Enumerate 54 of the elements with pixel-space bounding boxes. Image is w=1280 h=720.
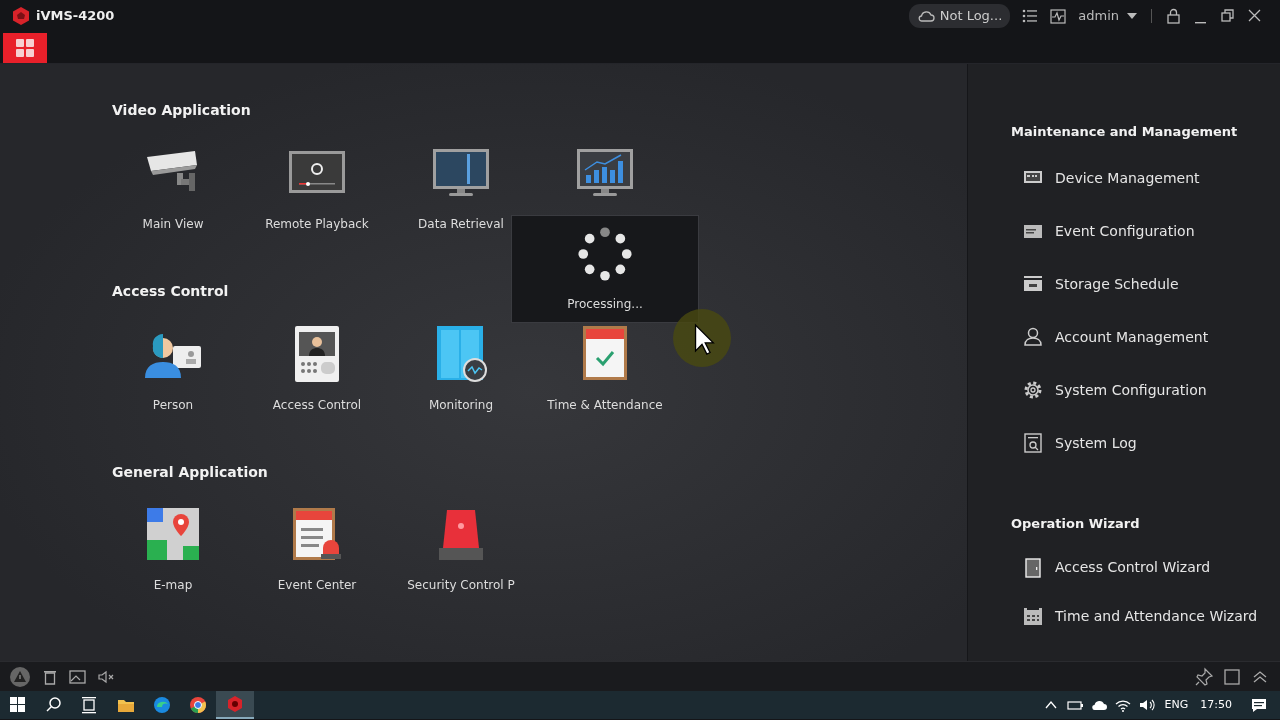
pin-icon[interactable] bbox=[1194, 666, 1214, 687]
app-tile[interactable]: Event Center bbox=[245, 504, 389, 595]
close-icon bbox=[1247, 8, 1262, 24]
cloud-icon bbox=[916, 9, 935, 23]
language-indicator[interactable]: ENG bbox=[1164, 696, 1189, 714]
cloud-status[interactable]: Not Log... bbox=[908, 4, 1011, 28]
menu-item[interactable]: Event Configuration bbox=[1011, 204, 1195, 258]
browser-icon[interactable] bbox=[152, 695, 172, 715]
notification-icon[interactable] bbox=[1250, 696, 1268, 714]
spinner-icon bbox=[575, 224, 635, 283]
section-heading: General Application bbox=[112, 463, 269, 481]
app-tile[interactable]: Remote Playback bbox=[245, 142, 389, 233]
app-tile[interactable]: Monitoring bbox=[389, 323, 533, 414]
user-icon bbox=[1023, 327, 1043, 347]
settings-icon bbox=[1023, 380, 1043, 400]
cursor-icon bbox=[672, 308, 732, 367]
restore-icon bbox=[1220, 8, 1235, 24]
minimize-icon bbox=[1195, 22, 1206, 24]
menu-item[interactable]: System Log bbox=[1011, 416, 1137, 470]
list-icon bbox=[1022, 9, 1039, 23]
processing-text: Processing... bbox=[567, 295, 643, 313]
calendar-grid-icon bbox=[1023, 606, 1043, 627]
section-heading: Operation Wizard bbox=[1011, 514, 1141, 533]
home-button[interactable] bbox=[3, 32, 47, 63]
clock[interactable]: 17:50 bbox=[1200, 696, 1232, 714]
windows-icon[interactable] bbox=[8, 695, 28, 715]
app-tile[interactable]: Person bbox=[101, 323, 245, 414]
app-tile[interactable]: Security Control P bbox=[389, 504, 533, 595]
user-menu[interactable]: admin bbox=[1072, 6, 1143, 26]
menu-item[interactable]: Time and Attendance Wizard bbox=[1011, 592, 1258, 641]
menu-item[interactable]: Access Control Wizard bbox=[1011, 543, 1211, 592]
app-tile[interactable]: E-map bbox=[101, 504, 245, 595]
caret-icon bbox=[1127, 13, 1137, 19]
section-heading: Access Control bbox=[112, 282, 230, 300]
window-icon[interactable] bbox=[1222, 666, 1242, 687]
app-title: iVMS-4200 bbox=[36, 7, 115, 26]
warning-icon[interactable] bbox=[10, 666, 30, 687]
section-heading: Maintenance and Management bbox=[1011, 123, 1239, 141]
section-heading: Video Application bbox=[112, 102, 252, 119]
app-tile[interactable]: Main View bbox=[101, 142, 245, 233]
grid-icon bbox=[16, 38, 34, 57]
logo-icon bbox=[12, 7, 30, 25]
chrome-icon[interactable] bbox=[188, 695, 208, 715]
log-search-icon bbox=[1023, 433, 1043, 453]
menu-item[interactable]: Storage Schedule bbox=[1011, 257, 1179, 311]
menu-item[interactable]: Device Management bbox=[1011, 151, 1200, 205]
pulse-icon bbox=[1050, 8, 1067, 24]
app-tile[interactable]: Access Control bbox=[245, 323, 389, 414]
storage-icon bbox=[1023, 274, 1043, 294]
menu-item[interactable]: System Configuration bbox=[1011, 363, 1207, 417]
lock-icon bbox=[1166, 8, 1181, 24]
app-logo-icon[interactable] bbox=[226, 695, 244, 713]
menu-item[interactable]: Account Management bbox=[1011, 310, 1209, 364]
door-icon bbox=[1023, 557, 1043, 578]
